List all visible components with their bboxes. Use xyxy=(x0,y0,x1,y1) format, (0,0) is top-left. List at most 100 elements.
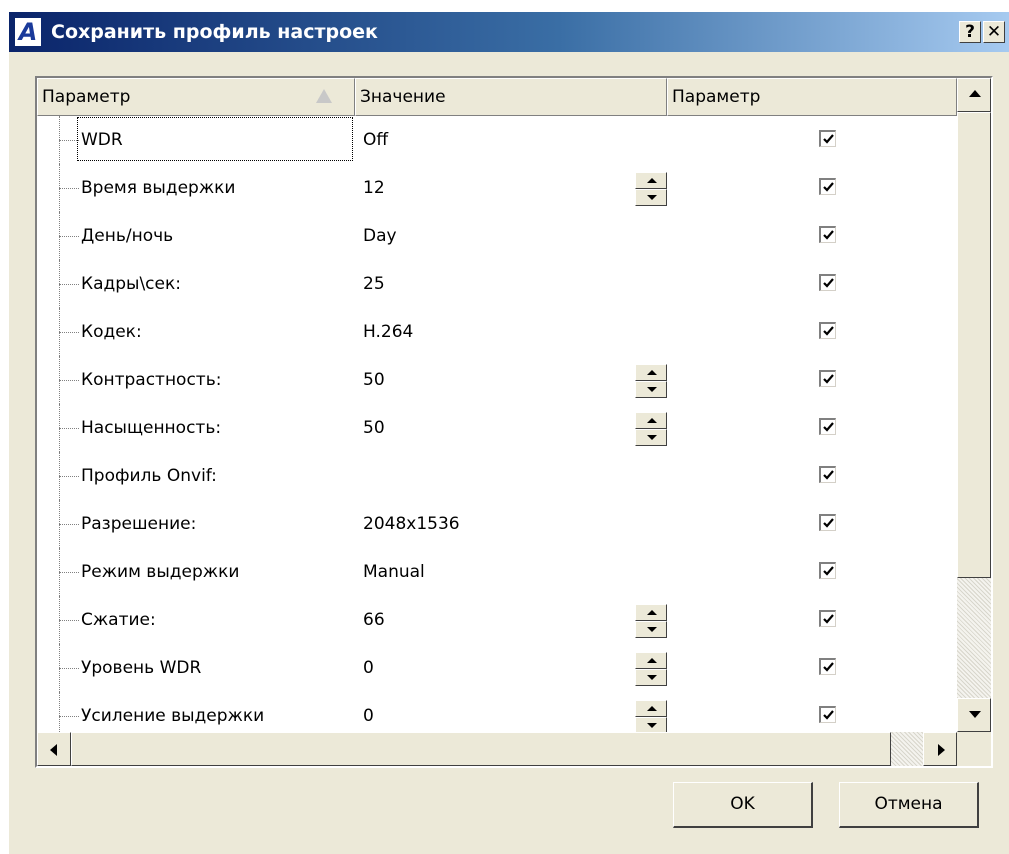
checkmark-icon xyxy=(823,662,834,672)
spin-down-icon xyxy=(647,387,657,392)
table-row[interactable]: Насыщенность: 50 xyxy=(37,404,957,452)
checkmark-icon xyxy=(823,566,834,576)
spin-down-button[interactable] xyxy=(635,429,667,446)
table-row[interactable]: День/ночь Day xyxy=(37,212,957,260)
include-checkbox[interactable] xyxy=(819,178,836,195)
tree-line xyxy=(59,668,79,669)
table-row[interactable]: Сжатие: 66 xyxy=(37,596,957,644)
arrow-down-icon xyxy=(969,711,981,718)
parameter-value[interactable]: Day xyxy=(363,212,397,260)
scroll-left-button[interactable] xyxy=(37,732,71,766)
parameter-value[interactable]: Manual xyxy=(363,548,425,596)
arrow-up-icon xyxy=(969,90,981,97)
parameter-value[interactable]: 0 xyxy=(363,644,374,692)
parameter-name: Режим выдержки xyxy=(81,562,240,582)
checkmark-icon xyxy=(823,374,834,384)
spin-up-button[interactable] xyxy=(635,172,667,189)
table-row[interactable]: Кадры\сек: 25 xyxy=(37,260,957,308)
arrow-left-icon xyxy=(50,744,57,756)
parameter-value[interactable]: 0 xyxy=(363,692,374,736)
include-checkbox[interactable] xyxy=(819,274,836,291)
help-button[interactable]: ? xyxy=(959,21,981,43)
spin-down-button[interactable] xyxy=(635,189,667,206)
table-row[interactable]: Уровень WDR 0 xyxy=(37,644,957,692)
spin-up-icon xyxy=(647,418,657,423)
horizontal-scroll-track[interactable] xyxy=(891,732,923,766)
spin-down-button[interactable] xyxy=(635,621,667,638)
table-row[interactable]: Профиль Onvif: xyxy=(37,452,957,500)
parameter-value[interactable]: 12 xyxy=(363,164,385,212)
dialog-title: Сохранить профиль настроек xyxy=(51,21,378,43)
grid-rows: WDR Off Время выдержки 12 День/ночь Day Кадры\… xyxy=(37,116,957,736)
parameter-name: Уровень WDR xyxy=(81,658,202,678)
cancel-button[interactable]: Отмена xyxy=(839,782,979,828)
checkmark-icon xyxy=(823,182,834,192)
checkmark-icon xyxy=(823,518,834,528)
value-spinner[interactable] xyxy=(635,652,667,686)
table-row[interactable]: Режим выдержки Manual xyxy=(37,548,957,596)
include-checkbox[interactable] xyxy=(819,466,836,483)
table-row[interactable]: Разрешение: 2048x1536 xyxy=(37,500,957,548)
value-spinner[interactable] xyxy=(635,604,667,638)
spin-up-button[interactable] xyxy=(635,652,667,669)
spin-up-icon xyxy=(647,706,657,711)
table-row[interactable]: WDR Off xyxy=(37,116,957,164)
parameter-name: Время выдержки xyxy=(81,178,236,198)
spin-up-button[interactable] xyxy=(635,412,667,429)
column-header-value[interactable]: Значение xyxy=(355,78,667,116)
tree-line xyxy=(59,188,79,189)
parameter-value[interactable]: 50 xyxy=(363,356,385,404)
parameter-value[interactable]: Off xyxy=(363,116,388,164)
spin-up-icon xyxy=(647,178,657,183)
parameter-name: День/ночь xyxy=(81,226,174,246)
scroll-right-button[interactable] xyxy=(923,732,957,766)
parameter-value[interactable]: 2048x1536 xyxy=(363,500,460,548)
spin-up-button[interactable] xyxy=(635,700,667,717)
include-checkbox[interactable] xyxy=(819,562,836,579)
parameter-name: Контрастность: xyxy=(81,370,222,390)
value-spinner[interactable] xyxy=(635,700,667,734)
parameter-value[interactable]: 50 xyxy=(363,404,385,452)
include-checkbox[interactable] xyxy=(819,370,836,387)
table-row[interactable]: Усиление выдержки 0 xyxy=(37,692,957,736)
title-bar[interactable]: A Сохранить профиль настроек ? ✕ xyxy=(9,12,1009,52)
parameter-value[interactable]: 25 xyxy=(363,260,385,308)
include-checkbox[interactable] xyxy=(819,658,836,675)
scroll-down-button[interactable] xyxy=(957,698,991,732)
column-header-parameter[interactable]: Параметр xyxy=(37,78,355,116)
parameter-value[interactable]: 66 xyxy=(363,596,385,644)
value-spinner[interactable] xyxy=(635,364,667,398)
horizontal-scroll-thumb[interactable] xyxy=(71,732,891,766)
include-checkbox[interactable] xyxy=(819,706,836,723)
spin-down-icon xyxy=(647,195,657,200)
include-checkbox[interactable] xyxy=(819,226,836,243)
spin-up-button[interactable] xyxy=(635,364,667,381)
parameter-name: Профиль Onvif: xyxy=(81,466,217,486)
include-checkbox[interactable] xyxy=(819,610,836,627)
ok-button[interactable]: OK xyxy=(673,782,813,828)
include-checkbox[interactable] xyxy=(819,514,836,531)
vertical-scroll-thumb[interactable] xyxy=(957,112,991,578)
close-button[interactable]: ✕ xyxy=(983,21,1005,43)
parameter-name: Кадры\сек: xyxy=(81,274,181,294)
include-checkbox[interactable] xyxy=(819,418,836,435)
vertical-scrollbar[interactable] xyxy=(957,78,991,732)
value-spinner[interactable] xyxy=(635,172,667,206)
tree-line xyxy=(59,524,79,525)
table-row[interactable]: Кодек: H.264 xyxy=(37,308,957,356)
include-checkbox[interactable] xyxy=(819,130,836,147)
scroll-up-button[interactable] xyxy=(957,78,991,112)
column-header-include[interactable]: Параметр xyxy=(667,78,957,116)
table-row[interactable]: Время выдержки 12 xyxy=(37,164,957,212)
parameter-name: Разрешение: xyxy=(81,514,197,534)
checkmark-icon xyxy=(823,230,834,240)
spin-down-button[interactable] xyxy=(635,669,667,686)
value-spinner[interactable] xyxy=(635,412,667,446)
include-checkbox[interactable] xyxy=(819,322,836,339)
checkmark-icon xyxy=(823,470,834,480)
horizontal-scrollbar[interactable] xyxy=(37,732,957,766)
spin-up-button[interactable] xyxy=(635,604,667,621)
parameter-value[interactable]: H.264 xyxy=(363,308,413,356)
spin-down-button[interactable] xyxy=(635,381,667,398)
table-row[interactable]: Контрастность: 50 xyxy=(37,356,957,404)
